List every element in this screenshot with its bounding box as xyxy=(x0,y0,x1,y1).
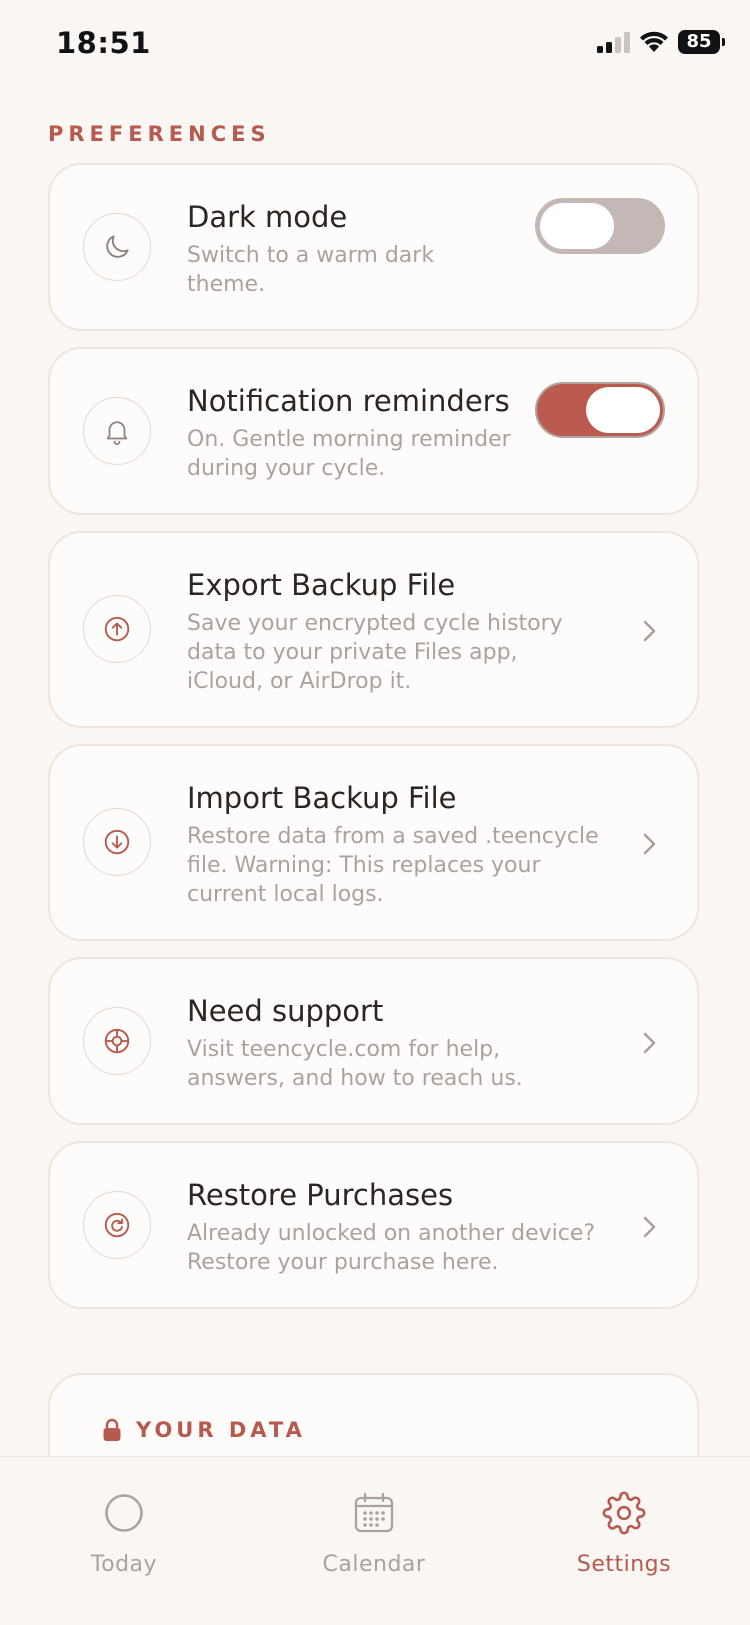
tab-today[interactable]: Today xyxy=(24,1457,224,1587)
tab-bar: Today Calendar Settings xyxy=(0,1456,750,1625)
chevron-right-icon xyxy=(643,1032,656,1054)
need-support-row[interactable]: Need support Visit teencycle.com for hel… xyxy=(48,957,699,1125)
preferences-section-title: PREFERENCES xyxy=(48,122,271,146)
chevron-right-icon xyxy=(643,833,656,855)
notification-reminders-toggle[interactable] xyxy=(535,382,665,438)
support-icon-wrap xyxy=(83,1007,151,1075)
cellular-signal-icon xyxy=(597,32,630,53)
tab-settings-label: Settings xyxy=(576,1552,672,1577)
tab-calendar-label: Calendar xyxy=(322,1552,426,1577)
restore-purchases-row[interactable]: Restore Purchases Already unlocked on an… xyxy=(48,1141,699,1309)
restore-icon-wrap xyxy=(83,1191,151,1259)
dark-mode-description: Switch to a warm dark theme. xyxy=(187,243,435,297)
notification-reminders-title: Notification reminders xyxy=(187,384,510,418)
wifi-icon xyxy=(640,31,668,52)
export-backup-row[interactable]: Export Backup File Save your encrypted c… xyxy=(48,531,699,728)
dark-mode-title: Dark mode xyxy=(187,200,348,234)
lock-icon xyxy=(103,1418,121,1441)
dark-mode-row[interactable]: Dark mode Switch to a warm dark theme. xyxy=(48,163,699,331)
tab-calendar[interactable]: Calendar xyxy=(274,1457,474,1587)
calendar-icon xyxy=(354,1492,394,1533)
gear-icon xyxy=(602,1491,646,1535)
need-support-title: Need support xyxy=(187,994,384,1028)
moon-icon xyxy=(106,235,129,258)
import-backup-title: Import Backup File xyxy=(187,781,457,815)
download-icon xyxy=(104,829,130,855)
toggle-knob xyxy=(586,387,660,433)
import-backup-row[interactable]: Import Backup File Restore data from a s… xyxy=(48,744,699,941)
battery-indicator: 85 xyxy=(678,30,725,54)
restore-icon xyxy=(104,1212,130,1238)
dark-mode-icon-wrap xyxy=(83,213,151,281)
upload-icon xyxy=(104,616,130,642)
tab-today-label: Today xyxy=(90,1552,158,1577)
export-icon-wrap xyxy=(83,595,151,663)
export-backup-description: Save your encrypted cycle history data t… xyxy=(187,611,563,694)
notification-reminders-row[interactable]: Notification reminders On. Gentle mornin… xyxy=(48,347,699,515)
restore-purchases-title: Restore Purchases xyxy=(187,1178,454,1212)
restore-purchases-description: Already unlocked on another device? Rest… xyxy=(187,1221,596,1275)
status-icons: 85 xyxy=(596,30,725,54)
chevron-right-icon xyxy=(643,620,656,642)
export-backup-title: Export Backup File xyxy=(187,568,456,602)
import-icon-wrap xyxy=(83,808,151,876)
lifebuoy-icon xyxy=(104,1028,130,1054)
notification-reminders-description: On. Gentle morning reminder during your … xyxy=(187,427,511,481)
toggle-knob xyxy=(540,203,614,249)
your-data-title: YOUR DATA xyxy=(136,1418,306,1442)
dark-mode-toggle[interactable] xyxy=(535,198,665,254)
need-support-description: Visit teencycle.com for help, answers, a… xyxy=(187,1037,523,1091)
import-backup-description: Restore data from a saved .teencycle fil… xyxy=(187,824,599,907)
notification-icon-wrap xyxy=(83,397,151,465)
your-data-header: YOUR DATA xyxy=(102,1418,306,1442)
tab-settings[interactable]: Settings xyxy=(524,1457,724,1587)
status-time: 18:51 xyxy=(56,26,151,60)
circle-icon xyxy=(105,1494,143,1532)
chevron-right-icon xyxy=(643,1216,656,1238)
status-bar: 18:51 85 xyxy=(0,0,750,90)
bell-icon xyxy=(106,421,128,445)
